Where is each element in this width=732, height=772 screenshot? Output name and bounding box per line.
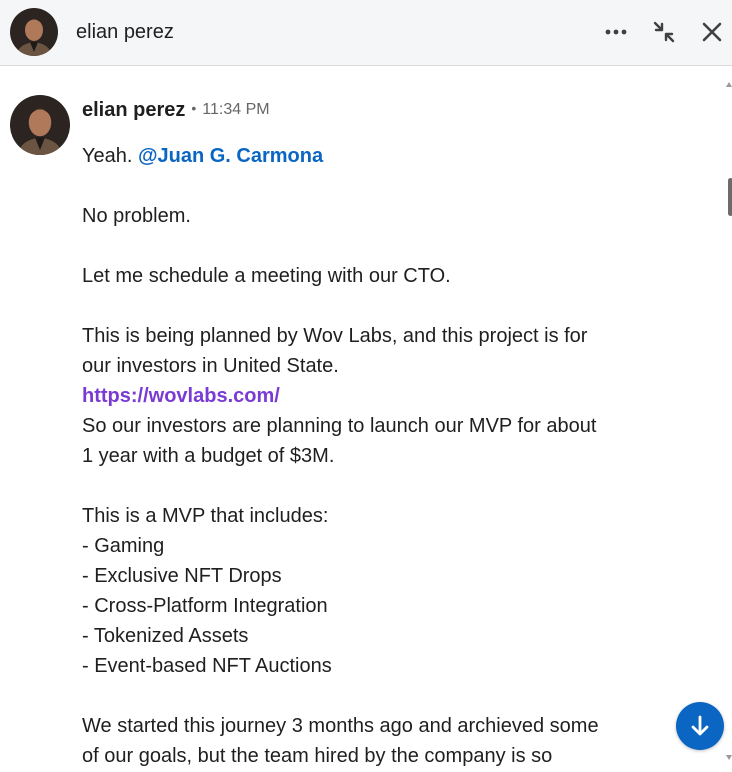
collapse-arrows-icon	[653, 21, 675, 43]
message-list[interactable]: elian perez • 11:34 PM Yeah. @Juan G. Carm…	[0, 67, 726, 772]
message-line: This is being planned by Wov Labs, and t…	[82, 325, 588, 347]
message-body: Yeah. @Juan G. Carmona No problem. Let m…	[82, 141, 642, 771]
mvp-list-item: - Gaming	[82, 535, 165, 557]
profile-photo-icon	[10, 8, 58, 56]
message-line: This is a MVP that includes:	[82, 505, 329, 527]
sender-name[interactable]: elian perez	[82, 99, 185, 121]
sender-avatar[interactable]	[10, 95, 70, 155]
mention-link[interactable]: @Juan G. Carmona	[138, 145, 323, 167]
chat-window: elian perez elian perez • 11:34 PM Yeah.…	[0, 0, 732, 772]
close-icon	[702, 22, 722, 42]
arrow-down-icon	[691, 715, 709, 736]
message-line: No problem.	[82, 205, 191, 227]
jump-to-latest-button[interactable]	[676, 702, 724, 750]
mvp-list-item: - Exclusive NFT Drops	[82, 565, 282, 587]
message-line: Yeah. @Juan G. Carmona	[82, 141, 642, 171]
mvp-list-item: - Event-based NFT Auctions	[82, 655, 332, 677]
message-line: So our investors are planning to launch …	[82, 415, 597, 437]
website-link[interactable]: https://wovlabs.com/	[82, 385, 280, 407]
scrollbar-thumb[interactable]	[728, 178, 732, 216]
message-line: of our goals, but the team hired by the …	[82, 745, 553, 767]
ellipsis-icon	[605, 29, 627, 35]
avatar[interactable]	[10, 8, 58, 56]
close-button[interactable]	[695, 15, 729, 49]
message-timestamp: 11:34 PM	[202, 101, 270, 118]
message-meta: elian perez • 11:34 PM	[82, 99, 270, 125]
message-line: our investors in United State.	[82, 355, 339, 377]
mvp-list-item: - Tokenized Assets	[82, 625, 249, 647]
message-line: We started this journey 3 months ago and…	[82, 715, 599, 737]
minimize-button[interactable]	[647, 15, 681, 49]
scroll-down-arrow-icon[interactable]	[726, 755, 732, 760]
meta-separator: •	[191, 100, 197, 116]
scroll-up-arrow-icon[interactable]	[726, 82, 732, 87]
greeting-text: Yeah.	[82, 145, 133, 167]
chat-header: elian perez	[0, 0, 732, 66]
message-line: Let me schedule a meeting with our CTO.	[82, 265, 451, 287]
conversation-title[interactable]: elian perez	[76, 19, 174, 45]
mvp-list-item: - Cross-Platform Integration	[82, 595, 328, 617]
message-line: https://wovlabs.com/	[82, 381, 642, 411]
message-line: 1 year with a budget of $3M.	[82, 445, 335, 467]
profile-photo-icon	[10, 95, 70, 155]
scrollbar[interactable]	[726, 67, 732, 772]
more-options-button[interactable]	[599, 15, 633, 49]
